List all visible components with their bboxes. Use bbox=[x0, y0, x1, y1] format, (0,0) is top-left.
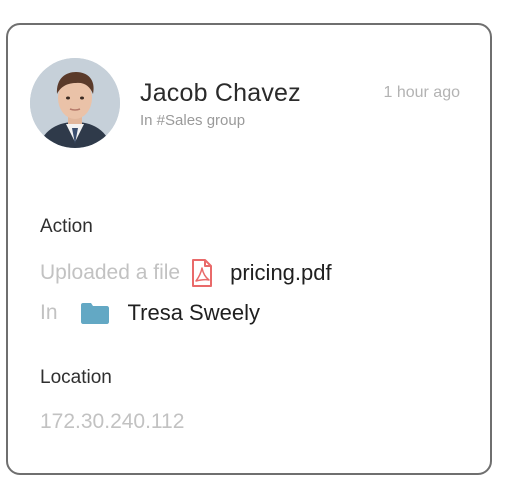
action-verb: Uploaded a file bbox=[40, 261, 181, 284]
folder-icon bbox=[80, 301, 110, 325]
pdf-file-icon bbox=[190, 259, 214, 287]
action-row: Uploaded a file pricing.pdf bbox=[40, 258, 332, 288]
activity-card: Jacob Chavez In #Sales group 1 hour ago … bbox=[6, 23, 492, 475]
ip-address: 172.30.240.112 bbox=[40, 410, 185, 433]
folder-name-link[interactable]: Tresa Sweely bbox=[128, 300, 260, 326]
file-name-link[interactable]: pricing.pdf bbox=[230, 260, 332, 286]
user-photo-icon bbox=[30, 58, 120, 148]
user-group[interactable]: In #Sales group bbox=[140, 112, 245, 129]
user-name[interactable]: Jacob Chavez bbox=[140, 79, 301, 108]
action-label: Action bbox=[40, 216, 93, 237]
timestamp: 1 hour ago bbox=[383, 84, 460, 101]
location-label: Location bbox=[40, 367, 112, 388]
folder-row: In Tresa Sweely bbox=[40, 298, 260, 328]
avatar[interactable] bbox=[30, 58, 120, 148]
in-label: In bbox=[40, 301, 58, 324]
